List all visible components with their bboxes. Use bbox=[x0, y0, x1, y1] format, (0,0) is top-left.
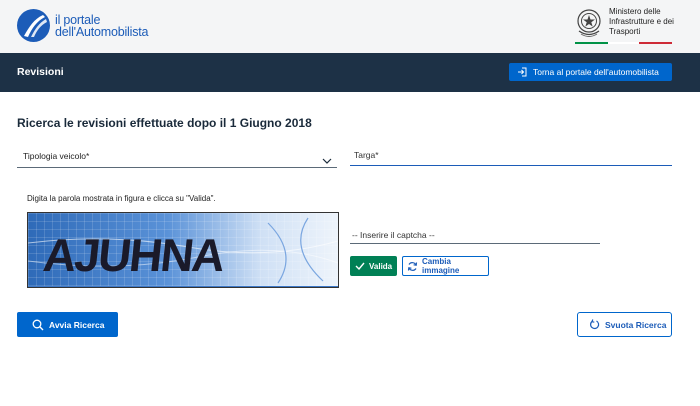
captcha-input[interactable]: -- Inserire il captcha -- bbox=[350, 226, 600, 244]
validate-button[interactable]: Valida bbox=[350, 256, 397, 276]
vehicle-type-label: Tipologia veicolo* bbox=[23, 151, 90, 161]
road-logo-icon bbox=[17, 9, 50, 42]
reset-icon bbox=[589, 319, 600, 330]
ministry-line-1: Ministero delle bbox=[609, 7, 661, 16]
top-header: il portale dell'Automobilista Ministero … bbox=[0, 0, 700, 53]
search-icon bbox=[32, 319, 44, 331]
sign-in-icon bbox=[517, 67, 527, 77]
ministry-brand[interactable]: Ministero delle Infrastrutture e dei Tra… bbox=[574, 7, 674, 39]
search-button[interactable]: Avvia Ricerca bbox=[17, 312, 118, 337]
italian-flag-stripe bbox=[575, 42, 672, 44]
captcha-placeholder: -- Inserire il captcha -- bbox=[352, 230, 435, 240]
check-icon bbox=[355, 262, 365, 270]
plate-label: Targa* bbox=[354, 150, 379, 160]
vehicle-type-select[interactable]: Tipologia veicolo* bbox=[17, 146, 337, 168]
validate-label: Valida bbox=[369, 261, 393, 271]
republic-emblem-icon bbox=[577, 9, 601, 37]
section-title: Revisioni bbox=[17, 66, 64, 78]
flag-red bbox=[639, 42, 672, 44]
ministry-line-3: Trasporti bbox=[609, 27, 641, 36]
chevron-down-icon bbox=[322, 152, 332, 170]
plate-input[interactable]: Targa* bbox=[350, 146, 672, 166]
ministry-line-2: Infrastrutture e dei bbox=[609, 17, 674, 26]
back-to-portal-button[interactable]: Torna al portale dell'automobilista bbox=[509, 63, 672, 81]
back-to-portal-label: Torna al portale dell'automobilista bbox=[533, 67, 659, 77]
flag-green bbox=[575, 42, 608, 44]
flag-white bbox=[608, 42, 639, 44]
refresh-icon bbox=[407, 261, 418, 272]
portal-logo[interactable]: il portale dell'Automobilista bbox=[17, 9, 148, 42]
page-title: Ricerca le revisioni effettuate dopo il … bbox=[17, 116, 312, 130]
change-image-label: Cambia immagine bbox=[422, 257, 460, 275]
captcha-instruction: Digita la parola mostrata in figura e cl… bbox=[27, 194, 216, 203]
clear-search-button[interactable]: Svuota Ricerca bbox=[577, 312, 672, 337]
logo-line-2: dell'Automobilista bbox=[55, 24, 149, 39]
captcha-word: AJUHNA bbox=[41, 229, 228, 281]
clear-search-label: Svuota Ricerca bbox=[605, 319, 667, 330]
change-image-button[interactable]: Cambia immagine bbox=[402, 256, 489, 276]
search-label: Avvia Ricerca bbox=[49, 319, 105, 330]
ministry-text: Ministero delle Infrastrutture e dei Tra… bbox=[609, 7, 674, 39]
captcha-image: AJUHNA bbox=[27, 212, 339, 288]
logo-text: il portale dell'Automobilista bbox=[55, 12, 149, 39]
logo-line-1: il portale bbox=[55, 12, 101, 27]
